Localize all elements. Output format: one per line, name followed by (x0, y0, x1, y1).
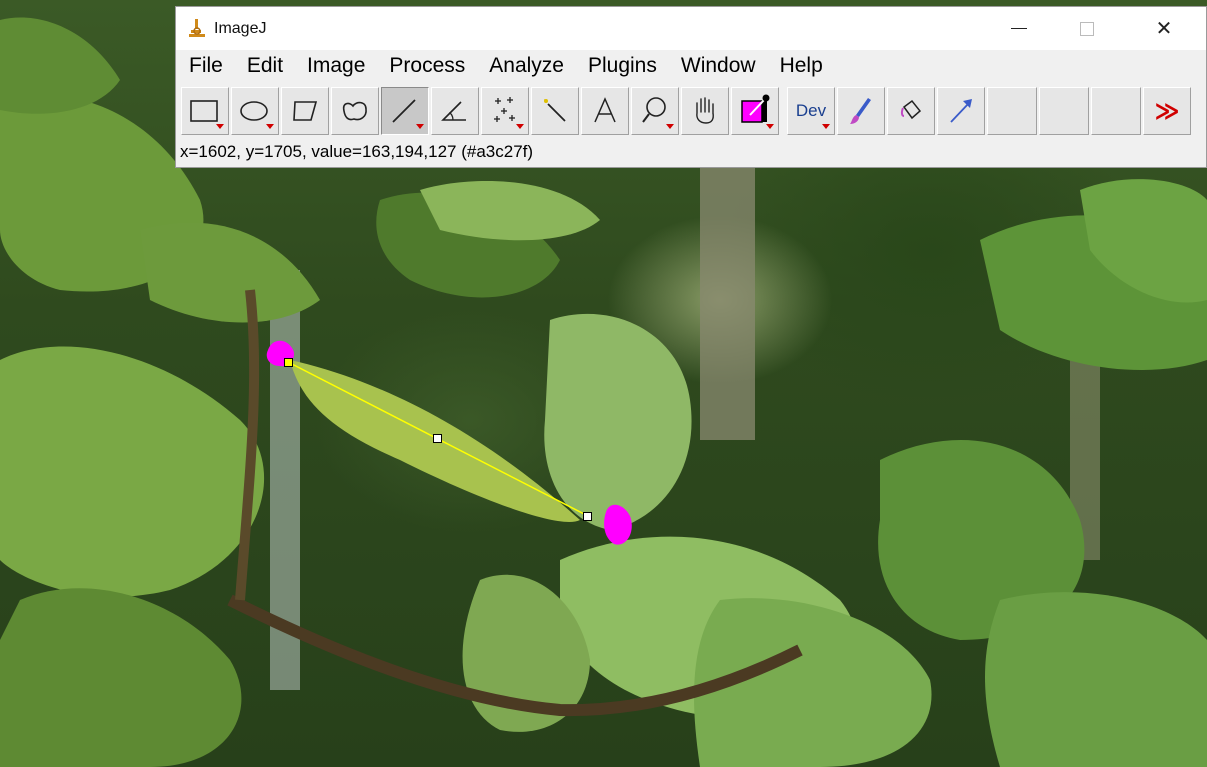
brush-tool[interactable] (837, 87, 885, 135)
color-picker-tool[interactable] (731, 87, 779, 135)
minimize-button[interactable] (996, 7, 1042, 50)
paint-bucket-icon (900, 99, 922, 120)
more-tools-button[interactable]: ≫ (1143, 87, 1191, 135)
polygon-icon (293, 101, 318, 121)
menu-window[interactable]: Window (669, 51, 768, 81)
dropdown-arrow-icon (216, 124, 224, 129)
window-title: ImageJ (214, 20, 267, 37)
text-tool[interactable] (581, 87, 629, 135)
scroll-tool[interactable] (681, 87, 729, 135)
menu-image[interactable]: Image (295, 51, 377, 81)
wand-tool[interactable] (531, 87, 579, 135)
zoom-tool[interactable] (631, 87, 679, 135)
status-bar: x=1602, y=1705, value=163,194,127 (#a3c2… (180, 142, 534, 161)
empty-tool-slot-2[interactable] (1039, 87, 1089, 135)
empty-tool-slot-3[interactable] (1091, 87, 1141, 135)
close-icon: ✕ (1155, 18, 1173, 40)
line-handle-end[interactable] (583, 512, 592, 521)
text-icon (594, 97, 616, 123)
line-handle-mid[interactable] (433, 434, 442, 443)
wand-icon (544, 99, 566, 122)
menu-process[interactable]: Process (377, 51, 477, 81)
menu-help[interactable]: Help (768, 51, 835, 81)
menu-plugins[interactable]: Plugins (576, 51, 669, 81)
rectangle-tool[interactable] (181, 87, 229, 135)
hand-icon (696, 97, 714, 124)
menu-bar: File Edit Image Process Analyze Plugins … (176, 51, 1206, 81)
brush-icon (850, 98, 871, 124)
dropdown-arrow-icon (822, 124, 830, 129)
minimize-icon (1011, 28, 1027, 29)
tool-bar: Dev ≫ (181, 87, 1193, 137)
dev-label: Dev (795, 101, 827, 120)
dropdown-arrow-icon (666, 124, 674, 129)
freehand-tool[interactable] (331, 87, 379, 135)
freehand-icon (342, 101, 367, 121)
imagej-window: ImageJ ✕ File Edit Image Process Analyze… (175, 6, 1207, 168)
dropdown-arrow-icon (416, 124, 424, 129)
dropdown-arrow-icon (516, 124, 524, 129)
close-button[interactable]: ✕ (1141, 7, 1187, 50)
menu-edit[interactable]: Edit (235, 51, 295, 81)
arrow-icon (950, 99, 972, 123)
dropdown-arrow-icon (266, 124, 274, 129)
point-tool[interactable] (481, 87, 529, 135)
dropdown-arrow-icon (766, 124, 774, 129)
line-tool[interactable] (381, 87, 429, 135)
oval-tool[interactable] (231, 87, 279, 135)
dev-tool[interactable]: Dev (787, 87, 835, 135)
angle-tool[interactable] (431, 87, 479, 135)
maximize-button[interactable] (1064, 7, 1110, 50)
microscope-icon (189, 19, 205, 37)
menu-analyze[interactable]: Analyze (477, 51, 576, 81)
polygon-tool[interactable] (281, 87, 329, 135)
maximize-icon (1080, 21, 1094, 36)
empty-tool-slot-1[interactable] (987, 87, 1037, 135)
arrow-tool[interactable] (937, 87, 985, 135)
more-tools-icon: ≫ (1154, 97, 1180, 125)
line-handle-start[interactable] (284, 358, 293, 367)
title-bar[interactable]: ImageJ ✕ (176, 7, 1206, 50)
angle-icon (441, 101, 466, 121)
flood-fill-tool[interactable] (887, 87, 935, 135)
menu-file[interactable]: File (176, 51, 235, 81)
